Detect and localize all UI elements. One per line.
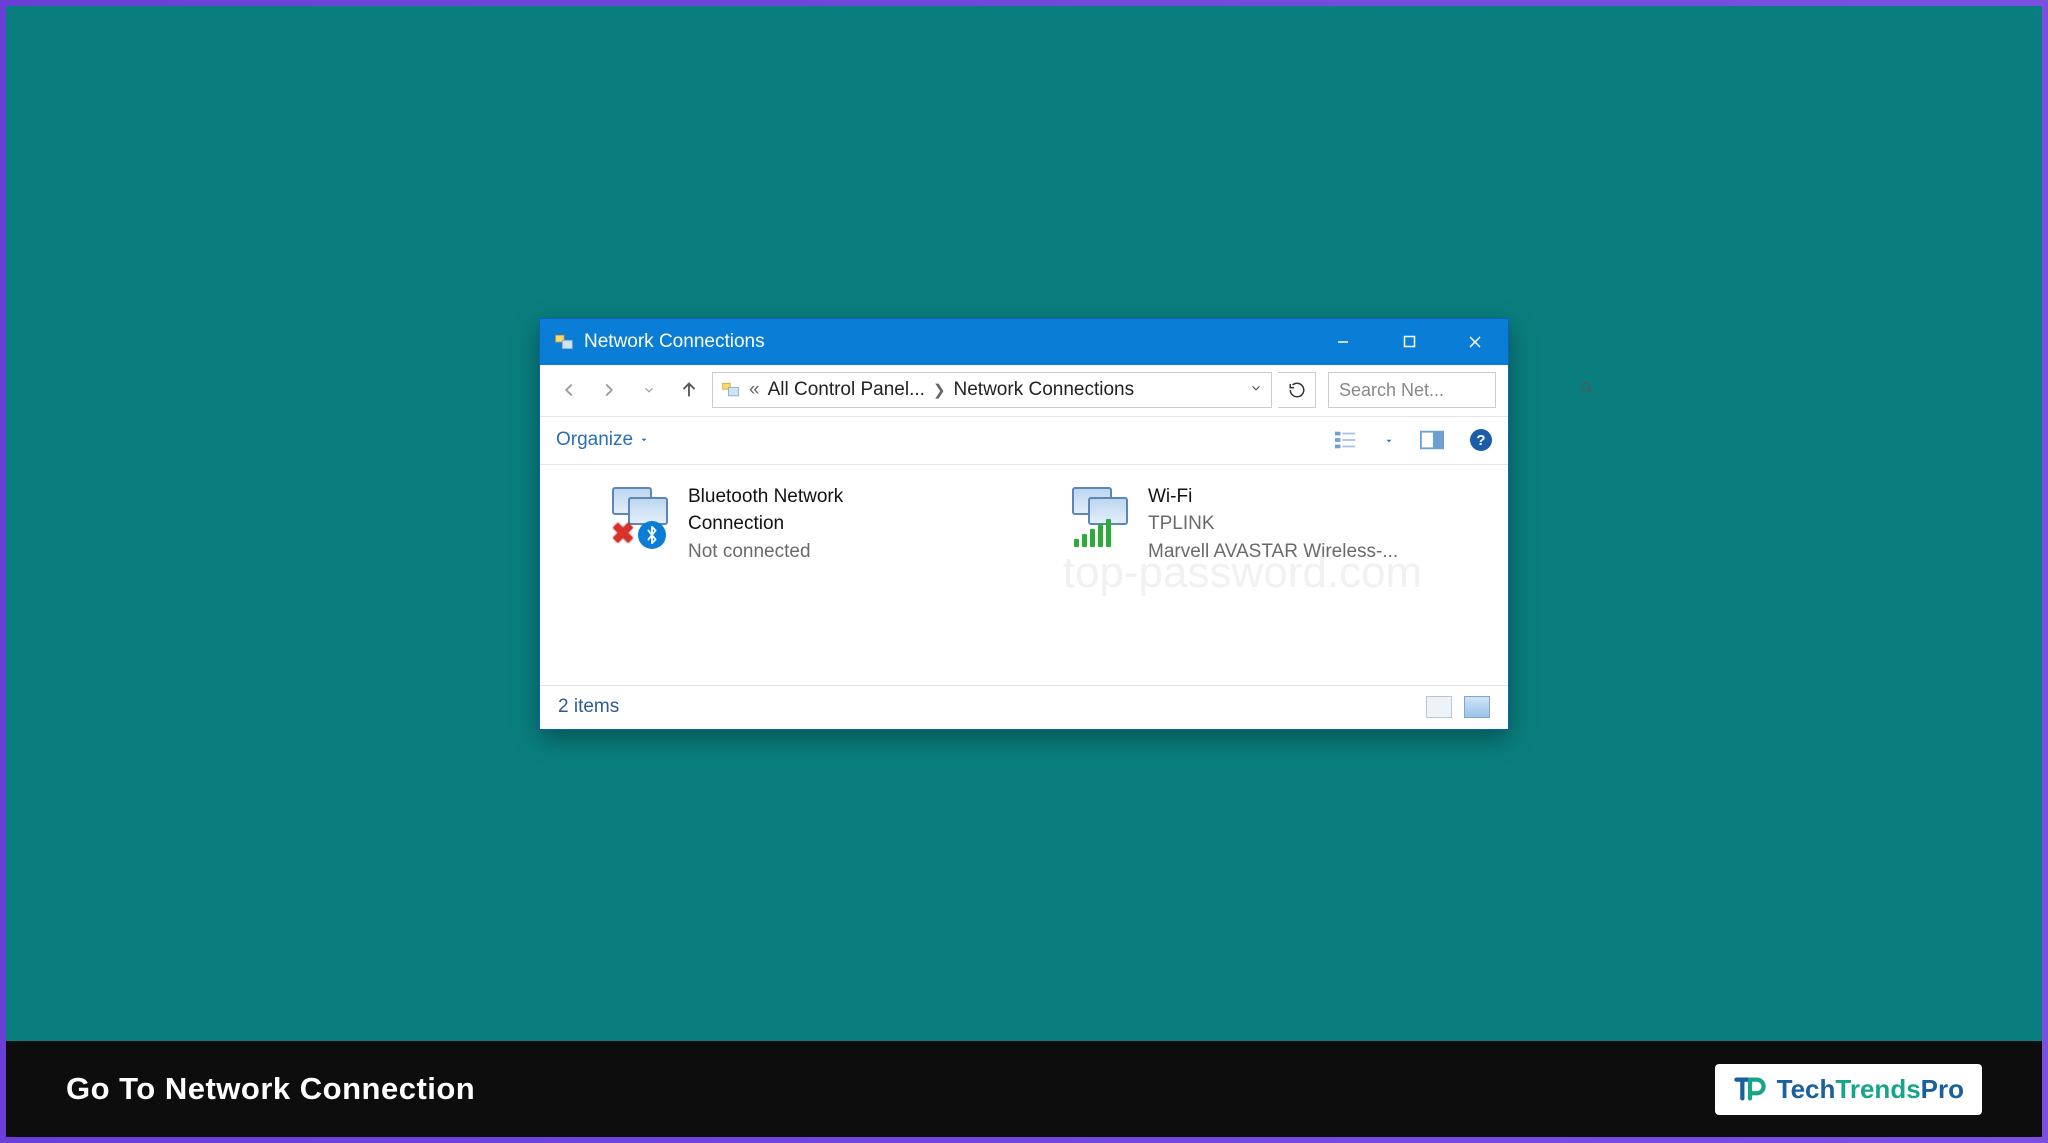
breadcrumb-ellipsis: « [749, 379, 760, 401]
breadcrumb-segment-2[interactable]: Network Connections [954, 379, 1135, 401]
connections-list: top-password.com ✖ Bluetooth Network Con… [540, 465, 1508, 685]
brand-pro: Pro [1921, 1074, 1964, 1104]
bluetooth-icon [638, 521, 666, 549]
preview-pane-button[interactable] [1420, 428, 1444, 452]
view-options-button[interactable] [1334, 428, 1358, 452]
status-bar: 2 items [540, 685, 1508, 729]
refresh-button[interactable] [1278, 372, 1316, 408]
network-connections-window: Network Connections [539, 318, 1509, 730]
search-box[interactable] [1328, 372, 1496, 408]
disconnected-x-icon: ✖ [610, 521, 636, 547]
nav-row: « All Control Panel... ❯ Network Connect… [540, 365, 1508, 417]
connection-ssid: TPLINK [1148, 510, 1398, 538]
back-button[interactable] [552, 373, 586, 407]
connection-item-bluetooth[interactable]: ✖ Bluetooth Network Connection Not conne… [610, 483, 990, 566]
recent-dropdown[interactable] [632, 373, 666, 407]
chevron-right-icon: ❯ [933, 381, 946, 399]
search-input[interactable] [1339, 380, 1571, 401]
bluetooth-connection-icon: ✖ [610, 483, 674, 547]
brand-tech: Tech [1777, 1074, 1836, 1104]
control-panel-small-icon [721, 380, 741, 400]
brand-trends: Trends [1835, 1074, 1920, 1104]
maximize-button[interactable] [1376, 319, 1442, 365]
connection-status: Not connected [688, 538, 843, 566]
connection-name-line2: Connection [688, 510, 843, 538]
tiles-view-button[interactable] [1464, 696, 1490, 718]
forward-button[interactable] [592, 373, 626, 407]
caption-bar: Go To Network Connection TechTrendsPro [6, 1041, 2042, 1137]
breadcrumb-chevron-down-icon[interactable] [1249, 379, 1263, 401]
signal-bars-icon [1074, 519, 1111, 547]
view-dropdown-icon[interactable] [1384, 430, 1394, 451]
toolbar: Organize [540, 417, 1508, 465]
connection-adapter: Marvell AVASTAR Wireless-... [1148, 538, 1398, 566]
search-icon [1579, 380, 1595, 401]
brand-badge: TechTrendsPro [1715, 1064, 1982, 1115]
control-panel-icon [554, 332, 574, 352]
connection-name-line1: Bluetooth Network [688, 483, 843, 511]
item-count: 2 items [558, 696, 619, 718]
details-view-button[interactable] [1426, 696, 1452, 718]
organize-menu[interactable]: Organize [556, 429, 649, 451]
up-button[interactable] [672, 373, 706, 407]
background-area: Network Connections [6, 6, 2042, 1041]
close-button[interactable] [1442, 319, 1508, 365]
connection-name: Wi-Fi [1148, 483, 1398, 511]
breadcrumb-segment-1[interactable]: All Control Panel... [768, 379, 925, 401]
title-bar: Network Connections [540, 319, 1508, 365]
connection-item-wifi[interactable]: Wi-Fi TPLINK Marvell AVASTAR Wireless-..… [1070, 483, 1450, 566]
brand-logo-icon [1733, 1074, 1767, 1104]
help-button[interactable]: ? [1470, 429, 1492, 451]
wifi-connection-icon [1070, 483, 1134, 547]
address-breadcrumb[interactable]: « All Control Panel... ❯ Network Connect… [712, 372, 1272, 408]
caption-text: Go To Network Connection [66, 1071, 475, 1107]
organize-label: Organize [556, 429, 633, 451]
window-title: Network Connections [584, 331, 765, 353]
minimize-button[interactable] [1310, 319, 1376, 365]
